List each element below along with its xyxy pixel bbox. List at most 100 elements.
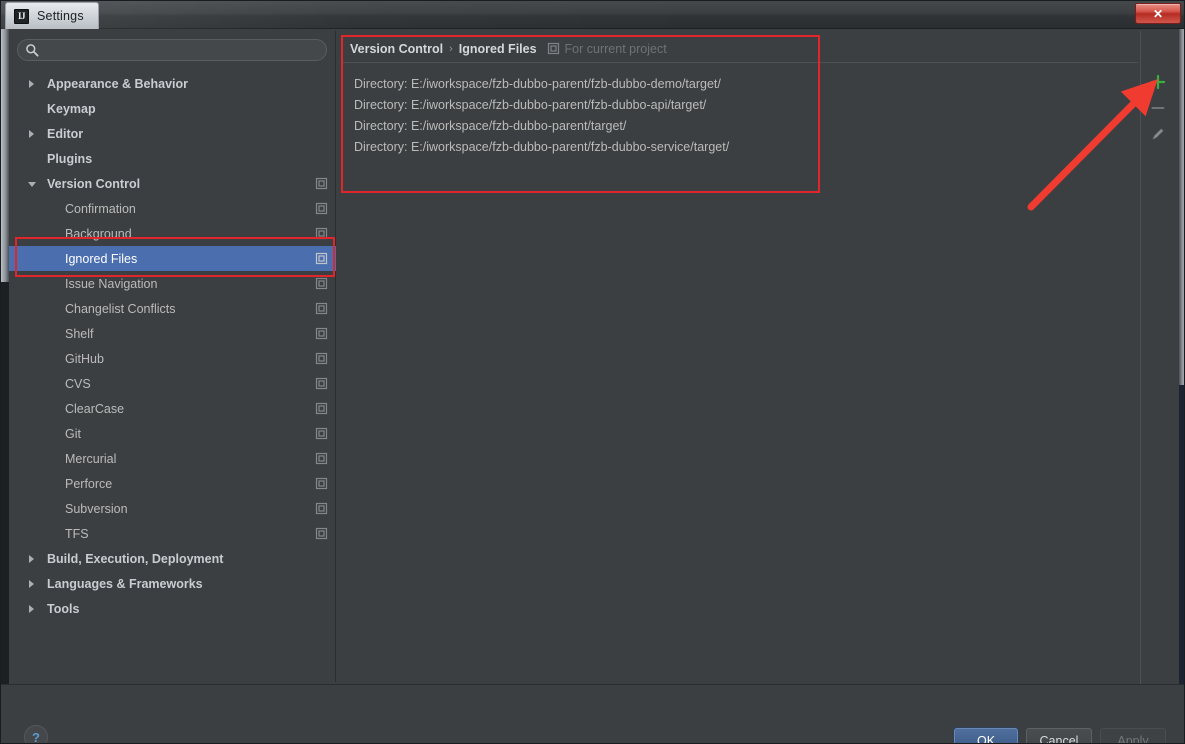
sidebar-item-label: Keymap (47, 101, 96, 116)
sidebar-item-keymap[interactable]: Keymap (9, 96, 336, 121)
chevron-right-icon (29, 555, 34, 563)
sidebar-item-appearance-behavior[interactable]: Appearance & Behavior (9, 71, 336, 96)
chevron-right-icon (29, 580, 34, 588)
sidebar-item-shelf[interactable]: Shelf (9, 321, 336, 346)
search-box (17, 39, 327, 61)
sidebar-item-mercurial[interactable]: Mercurial (9, 446, 336, 471)
cancel-button[interactable]: Cancel (1026, 728, 1092, 743)
ignored-files-panel: Version Control › Ignored Files For curr… (338, 31, 1138, 696)
sidebar-item-label: ClearCase (65, 401, 125, 416)
project-scope-icon (315, 352, 328, 365)
project-scope-icon (315, 452, 328, 465)
scope-note: For current project (564, 41, 667, 56)
sidebar-item-changelist-conflicts[interactable]: Changelist Conflicts (9, 296, 336, 321)
sidebar-item-git[interactable]: Git (9, 421, 336, 446)
window-left-border-shadow (1, 282, 9, 684)
chevron-right-icon (29, 130, 34, 138)
sidebar-item-clearcase[interactable]: ClearCase (9, 396, 336, 421)
window-right-border (1179, 29, 1184, 385)
search-input[interactable] (17, 39, 327, 61)
ignored-files-list[interactable]: Directory: E:/iworkspace/fzb-dubbo-paren… (342, 65, 1138, 690)
dialog-footer: ? OK Cancel Apply (1, 684, 1184, 743)
breadcrumb-separator: › (449, 42, 453, 55)
sidebar-item-build-execution-deployment[interactable]: Build, Execution, Deployment (9, 546, 336, 571)
sidebar-item-label: Changelist Conflicts (65, 301, 176, 316)
project-scope-icon (315, 402, 328, 415)
sidebar-item-label: Build, Execution, Deployment (47, 551, 224, 566)
project-scope-icon (315, 302, 328, 315)
settings-tree: Appearance & Behavior Keymap Editor Plugins… (9, 71, 336, 621)
sidebar-item-label: Confirmation (65, 201, 136, 216)
chevron-right-icon (29, 80, 34, 88)
project-scope-icon (315, 377, 328, 390)
project-scope-icon (315, 227, 328, 240)
window-right-border-shadow (1179, 385, 1184, 684)
help-button[interactable]: ? (24, 725, 48, 743)
sidebar-item-perforce[interactable]: Perforce (9, 471, 336, 496)
project-scope-icon (315, 277, 328, 290)
sidebar-item-tools[interactable]: Tools (9, 596, 336, 621)
window-title: Settings (37, 9, 84, 23)
sidebar-item-plugins[interactable]: Plugins (9, 146, 336, 171)
project-scope-icon (315, 527, 328, 540)
sidebar-item-label: Plugins (47, 151, 93, 166)
ignored-file-row[interactable]: Directory: E:/iworkspace/fzb-dubbo-paren… (354, 115, 1138, 136)
sidebar-item-label: Version Control (47, 176, 141, 191)
ignored-file-row[interactable]: Directory: E:/iworkspace/fzb-dubbo-paren… (354, 73, 1138, 94)
sidebar-item-cvs[interactable]: CVS (9, 371, 336, 396)
sidebar-item-confirmation[interactable]: Confirmation (9, 196, 336, 221)
add-button[interactable] (1145, 69, 1171, 95)
sidebar-item-ignored-files[interactable]: Ignored Files (9, 246, 336, 271)
project-scope-icon (315, 477, 328, 490)
minus-icon (1151, 107, 1165, 109)
sidebar-item-subversion[interactable]: Subversion (9, 496, 336, 521)
plus-icon (1150, 74, 1166, 90)
sidebar-item-background[interactable]: Background (9, 221, 336, 246)
intellij-logo-icon: IJ (14, 8, 29, 24)
panel-breadcrumb-header: Version Control › Ignored Files For curr… (342, 35, 1138, 63)
title-bar: IJ Settings ✕ (1, 1, 1184, 29)
project-scope-icon (315, 177, 328, 190)
sidebar-item-label: Background (65, 226, 132, 241)
breadcrumb-root: Version Control (350, 41, 444, 56)
sidebar-item-label: Tools (47, 601, 80, 616)
project-scope-icon (315, 202, 328, 215)
sidebar-item-label: Shelf (65, 326, 94, 341)
ignored-file-row[interactable]: Directory: E:/iworkspace/fzb-dubbo-paren… (354, 94, 1138, 115)
dialog-body: Appearance & Behavior Keymap Editor Plugins… (1, 29, 1184, 743)
sidebar-item-label: TFS (65, 526, 89, 541)
sidebar-item-editor[interactable]: Editor (9, 121, 336, 146)
sidebar-item-label: Mercurial (65, 451, 117, 466)
sidebar-item-label: Git (65, 426, 81, 441)
close-icon[interactable]: ✕ (1135, 3, 1181, 24)
remove-button[interactable] (1145, 95, 1171, 121)
project-scope-icon (315, 252, 328, 265)
apply-button: Apply (1100, 728, 1166, 743)
sidebar-item-label: CVS (65, 376, 91, 391)
sidebar-item-issue-navigation[interactable]: Issue Navigation (9, 271, 336, 296)
window-title-tab: IJ Settings (5, 2, 99, 29)
sidebar-item-github[interactable]: GitHub (9, 346, 336, 371)
sidebar-item-label: Issue Navigation (65, 276, 158, 291)
ok-button[interactable]: OK (954, 728, 1018, 743)
chevron-down-icon (28, 182, 36, 187)
edit-button[interactable] (1145, 121, 1171, 147)
list-toolbar (1140, 31, 1179, 696)
project-scope-icon (547, 42, 559, 55)
breadcrumb-leaf: Ignored Files (458, 41, 537, 56)
pencil-icon (1152, 128, 1164, 140)
chevron-right-icon (29, 605, 34, 613)
project-scope-icon (315, 327, 328, 340)
ignored-file-row[interactable]: Directory: E:/iworkspace/fzb-dubbo-paren… (354, 136, 1138, 157)
sidebar-item-label: Perforce (65, 476, 113, 491)
sidebar-item-label: Languages & Frameworks (47, 576, 203, 591)
title-bar-gloss (1, 1, 1184, 29)
project-scope-icon (315, 502, 328, 515)
sidebar-item-label: GitHub (65, 351, 104, 366)
sidebar-item-label: Appearance & Behavior (47, 76, 189, 91)
sidebar-item-version-control[interactable]: Version Control (9, 171, 336, 196)
sidebar-item-label: Ignored Files (65, 251, 138, 266)
sidebar-item-label: Editor (47, 126, 84, 141)
sidebar-item-tfs[interactable]: TFS (9, 521, 336, 546)
sidebar-item-languages-frameworks[interactable]: Languages & Frameworks (9, 571, 336, 596)
